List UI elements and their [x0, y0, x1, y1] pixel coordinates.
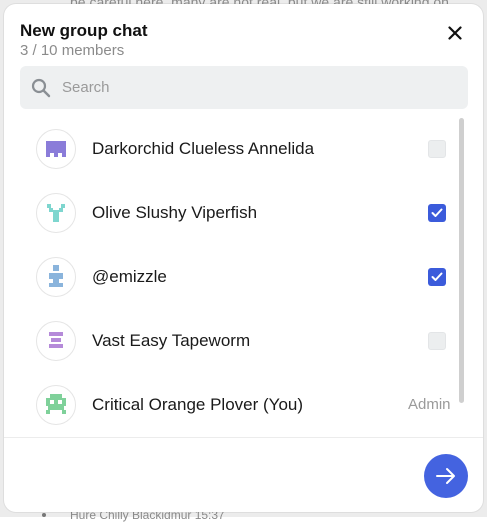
- close-button[interactable]: [444, 22, 466, 44]
- avatar: [36, 193, 76, 233]
- member-row[interactable]: Darkorchid Clueless Annelida: [4, 117, 483, 181]
- member-checkbox[interactable]: [428, 140, 446, 158]
- footer-divider: [4, 437, 483, 438]
- avatar: [36, 129, 76, 169]
- member-list: Darkorchid Clueless Annelida Olive Slush…: [4, 117, 483, 437]
- scrollbar[interactable]: [459, 118, 464, 403]
- member-checkbox[interactable]: [428, 268, 446, 286]
- search-input[interactable]: [60, 71, 444, 104]
- background-bullet: [42, 513, 46, 517]
- member-name: Critical Orange Plover (You): [92, 395, 304, 414]
- dialog-title: New group chat: [20, 21, 148, 40]
- search-box[interactable]: [20, 66, 468, 109]
- member-row[interactable]: Vast Easy Tapeworm: [4, 309, 483, 373]
- close-icon: [448, 26, 462, 40]
- member-name: Darkorchid Clueless Annelida: [92, 139, 315, 158]
- member-checkbox[interactable]: [428, 332, 446, 350]
- next-button[interactable]: [424, 454, 468, 498]
- member-row[interactable]: @emizzle: [4, 245, 483, 309]
- member-row: Critical Orange Plover (You) Admin: [4, 373, 483, 437]
- member-count: 3 / 10 members: [20, 42, 125, 59]
- member-row[interactable]: Olive Slushy Viperfish: [4, 181, 483, 245]
- member-name: Olive Slushy Viperfish: [92, 203, 258, 222]
- member-name: Vast Easy Tapeworm: [92, 331, 251, 350]
- avatar: [36, 385, 76, 425]
- new-group-chat-dialog: New group chat 3 / 10 members Search Dar…: [4, 4, 483, 512]
- arrow-right-icon: [436, 468, 455, 484]
- admin-badge: Admin: [408, 396, 451, 413]
- member-name: @emizzle: [92, 267, 167, 286]
- avatar: [36, 321, 76, 361]
- checkmark-icon: [431, 208, 443, 217]
- checkmark-icon: [431, 272, 443, 281]
- avatar: [36, 257, 76, 297]
- member-checkbox[interactable]: [428, 204, 446, 222]
- search-icon: [30, 77, 52, 99]
